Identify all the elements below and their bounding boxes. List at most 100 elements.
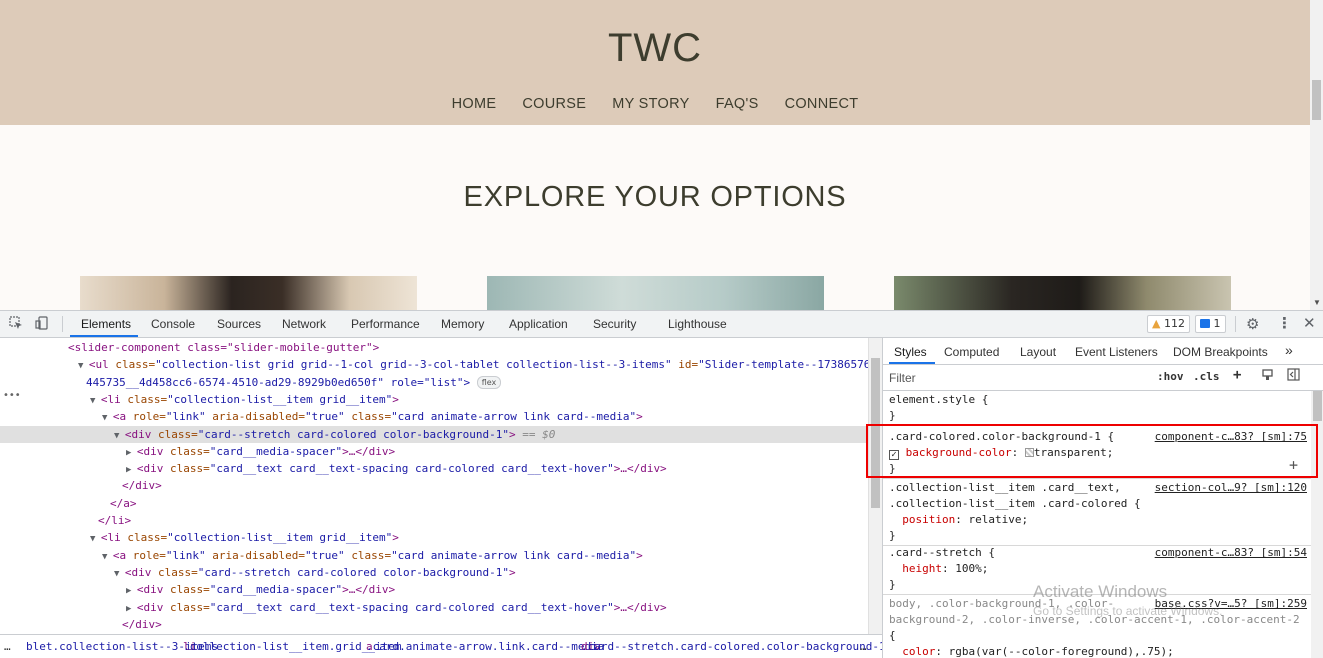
nav-faqs[interactable]: FAQ'S bbox=[716, 96, 759, 112]
scrollbar-thumb[interactable] bbox=[1313, 391, 1322, 421]
dom-node[interactable]: </div> bbox=[0, 477, 868, 494]
rule-close: } bbox=[889, 529, 896, 542]
dom-node[interactable]: </div> bbox=[0, 616, 868, 633]
collapsed-triangle-icon[interactable]: ▶ bbox=[126, 465, 137, 475]
warnings-badge[interactable]: ▲ 112 bbox=[1147, 315, 1190, 333]
rule-selector[interactable]: element.style { bbox=[889, 392, 988, 408]
dom-node-text: 445735__4d458cc6-6574-4510-ad29-8929b0ed… bbox=[86, 374, 502, 391]
class-toggle[interactable]: .cls bbox=[1193, 370, 1220, 383]
breadcrumb-overflow[interactable]: … bbox=[4, 635, 11, 658]
expand-triangle-icon[interactable]: ▼ bbox=[114, 569, 125, 579]
styles-filter-input[interactable] bbox=[889, 369, 1147, 387]
toggle-sidebar-icon[interactable] bbox=[1287, 368, 1300, 384]
nav-course[interactable]: COURSE bbox=[522, 96, 586, 112]
dom-node-text: ▼ <a role="link" aria-disabled="true" cl… bbox=[102, 410, 643, 424]
dom-node-selected[interactable]: ▼ <div class="card--stretch card-colored… bbox=[0, 425, 868, 443]
dom-node[interactable]: 445735__4d458cc6-6574-4510-ad29-8929b0ed… bbox=[0, 374, 868, 391]
dom-node-text: </div> bbox=[122, 479, 162, 493]
property-value[interactable]: 100%; bbox=[955, 562, 988, 575]
hover-state-toggle[interactable]: :hov bbox=[1157, 370, 1184, 383]
nav-connect[interactable]: CONNECT bbox=[785, 96, 859, 112]
dom-node[interactable]: ▼ <div class="card--stretch card-colored… bbox=[0, 564, 868, 581]
dom-node[interactable]: ▼ <li class="collection-list__item grid_… bbox=[0, 391, 868, 408]
css-declaration[interactable]: color: rgba(var(--color-foreground),.75)… bbox=[889, 644, 1174, 658]
expand-triangle-icon[interactable]: ▼ bbox=[78, 361, 89, 371]
dom-node[interactable]: ▼ <li class="collection-list__item grid_… bbox=[0, 529, 868, 546]
expand-triangle-icon[interactable]: ▼ bbox=[114, 431, 125, 441]
inspect-element-icon[interactable] bbox=[9, 316, 23, 334]
dom-node[interactable]: ▼ <ul class="collection-list grid grid--… bbox=[0, 356, 868, 373]
dom-node[interactable]: ▼ <a role="link" aria-disabled="true" cl… bbox=[0, 547, 868, 564]
more-options-icon[interactable]: ⋮ bbox=[1277, 314, 1292, 332]
tab-layout[interactable]: Layout bbox=[1020, 345, 1056, 359]
issues-badge[interactable]: 1 bbox=[1195, 315, 1226, 333]
expand-triangle-icon[interactable]: ▼ bbox=[102, 552, 113, 562]
rule-selector[interactable]: .collection-list__item .card-colored { bbox=[889, 496, 1141, 512]
dom-node-text: </a> bbox=[110, 496, 137, 510]
settings-gear-icon[interactable]: ⚙ bbox=[1246, 315, 1259, 333]
scroll-down-arrow-icon[interactable]: ▼ bbox=[1313, 298, 1321, 307]
css-declaration[interactable]: position: relative; bbox=[889, 512, 1028, 528]
collection-card-image[interactable] bbox=[80, 276, 417, 310]
breadcrumb-overflow-right[interactable]: … bbox=[860, 635, 867, 658]
site-logo[interactable]: TWC bbox=[0, 26, 1310, 71]
new-style-rule-icon[interactable]: + bbox=[1233, 367, 1241, 383]
rule-source-link[interactable]: section-col…9? [sm]:120 bbox=[1155, 480, 1307, 496]
dom-node[interactable]: ▶ <div class="card__text card__text-spac… bbox=[0, 460, 868, 477]
tab-elements[interactable]: Elements bbox=[81, 317, 131, 331]
dom-node[interactable]: ▶ <div class="card__text card__text-spac… bbox=[0, 599, 868, 616]
device-toolbar-icon[interactable] bbox=[35, 316, 49, 334]
tab-lighthouse[interactable]: Lighthouse bbox=[668, 317, 727, 331]
dom-node[interactable]: ▼ <a role="link" aria-disabled="true" cl… bbox=[0, 408, 868, 425]
paint-bucket-icon[interactable] bbox=[1261, 368, 1274, 384]
tab-security[interactable]: Security bbox=[593, 317, 636, 331]
dom-node[interactable]: </li> bbox=[0, 512, 868, 529]
tab-performance[interactable]: Performance bbox=[351, 317, 420, 331]
collection-card-image[interactable] bbox=[487, 276, 824, 310]
nav-my-story[interactable]: MY STORY bbox=[612, 96, 689, 112]
collapsed-triangle-icon[interactable]: ▶ bbox=[126, 604, 137, 614]
dom-node[interactable]: </a> bbox=[0, 495, 868, 512]
rule-selector[interactable]: .card--stretch { bbox=[889, 545, 995, 561]
collapsed-triangle-icon[interactable]: ▶ bbox=[126, 586, 137, 596]
expand-triangle-icon[interactable]: ▼ bbox=[90, 534, 101, 544]
tab-styles[interactable]: Styles bbox=[894, 345, 927, 359]
selected-node-marker: == $0 bbox=[515, 427, 556, 441]
dom-node-text: ▶ <div class="card__media-spacer">…</div… bbox=[126, 583, 396, 597]
property-value[interactable]: relative; bbox=[968, 513, 1028, 526]
tab-console[interactable]: Console bbox=[151, 317, 195, 331]
property-name[interactable]: color bbox=[902, 645, 935, 658]
elements-scrollbar[interactable] bbox=[868, 338, 882, 634]
flex-badge[interactable]: flex bbox=[476, 375, 502, 389]
elements-dom-tree[interactable]: <slider-component class="slider-mobile-g… bbox=[0, 338, 868, 634]
tab-memory[interactable]: Memory bbox=[441, 317, 484, 331]
tab-network[interactable]: Network bbox=[282, 317, 326, 331]
tab-computed[interactable]: Computed bbox=[944, 345, 999, 359]
property-name[interactable]: height bbox=[902, 562, 942, 575]
rule-close: } bbox=[889, 578, 896, 591]
tab-sources[interactable]: Sources bbox=[217, 317, 261, 331]
rule-selector[interactable]: .collection-list__item .card__text, bbox=[889, 480, 1121, 496]
more-tabs-chevron-icon[interactable]: » bbox=[1285, 342, 1293, 358]
expand-triangle-icon[interactable]: ▼ bbox=[90, 396, 101, 406]
rule-source-link[interactable]: component-c…83? [sm]:54 bbox=[1155, 545, 1307, 561]
expand-triangle-icon[interactable]: ▼ bbox=[102, 413, 113, 423]
nav-home[interactable]: HOME bbox=[452, 96, 497, 112]
close-icon[interactable]: ✕ bbox=[1303, 314, 1316, 332]
dom-node[interactable]: ▶ <div class="card__media-spacer">…</div… bbox=[0, 443, 868, 460]
property-value[interactable]: rgba(var(--color-foreground),.75); bbox=[949, 645, 1174, 658]
rule-selector[interactable]: { bbox=[889, 628, 896, 644]
collection-card-image[interactable] bbox=[894, 276, 1231, 310]
dom-node[interactable]: <slider-component class="slider-mobile-g… bbox=[0, 339, 868, 356]
selected-node-menu-icon[interactable]: ••• bbox=[3, 390, 21, 401]
active-tab-indicator bbox=[889, 362, 935, 364]
page-scrollbar[interactable]: ▼ bbox=[1310, 0, 1323, 310]
scrollbar-thumb[interactable] bbox=[1312, 80, 1321, 120]
tab-dom-breakpoints[interactable]: DOM Breakpoints bbox=[1173, 345, 1268, 359]
collapsed-triangle-icon[interactable]: ▶ bbox=[126, 448, 137, 458]
tab-event-listeners[interactable]: Event Listeners bbox=[1075, 345, 1158, 359]
property-name[interactable]: position bbox=[902, 513, 955, 526]
dom-node[interactable]: ▶ <div class="card__media-spacer">…</div… bbox=[0, 581, 868, 598]
css-declaration[interactable]: height: 100%; bbox=[889, 561, 988, 577]
tab-application[interactable]: Application bbox=[509, 317, 568, 331]
